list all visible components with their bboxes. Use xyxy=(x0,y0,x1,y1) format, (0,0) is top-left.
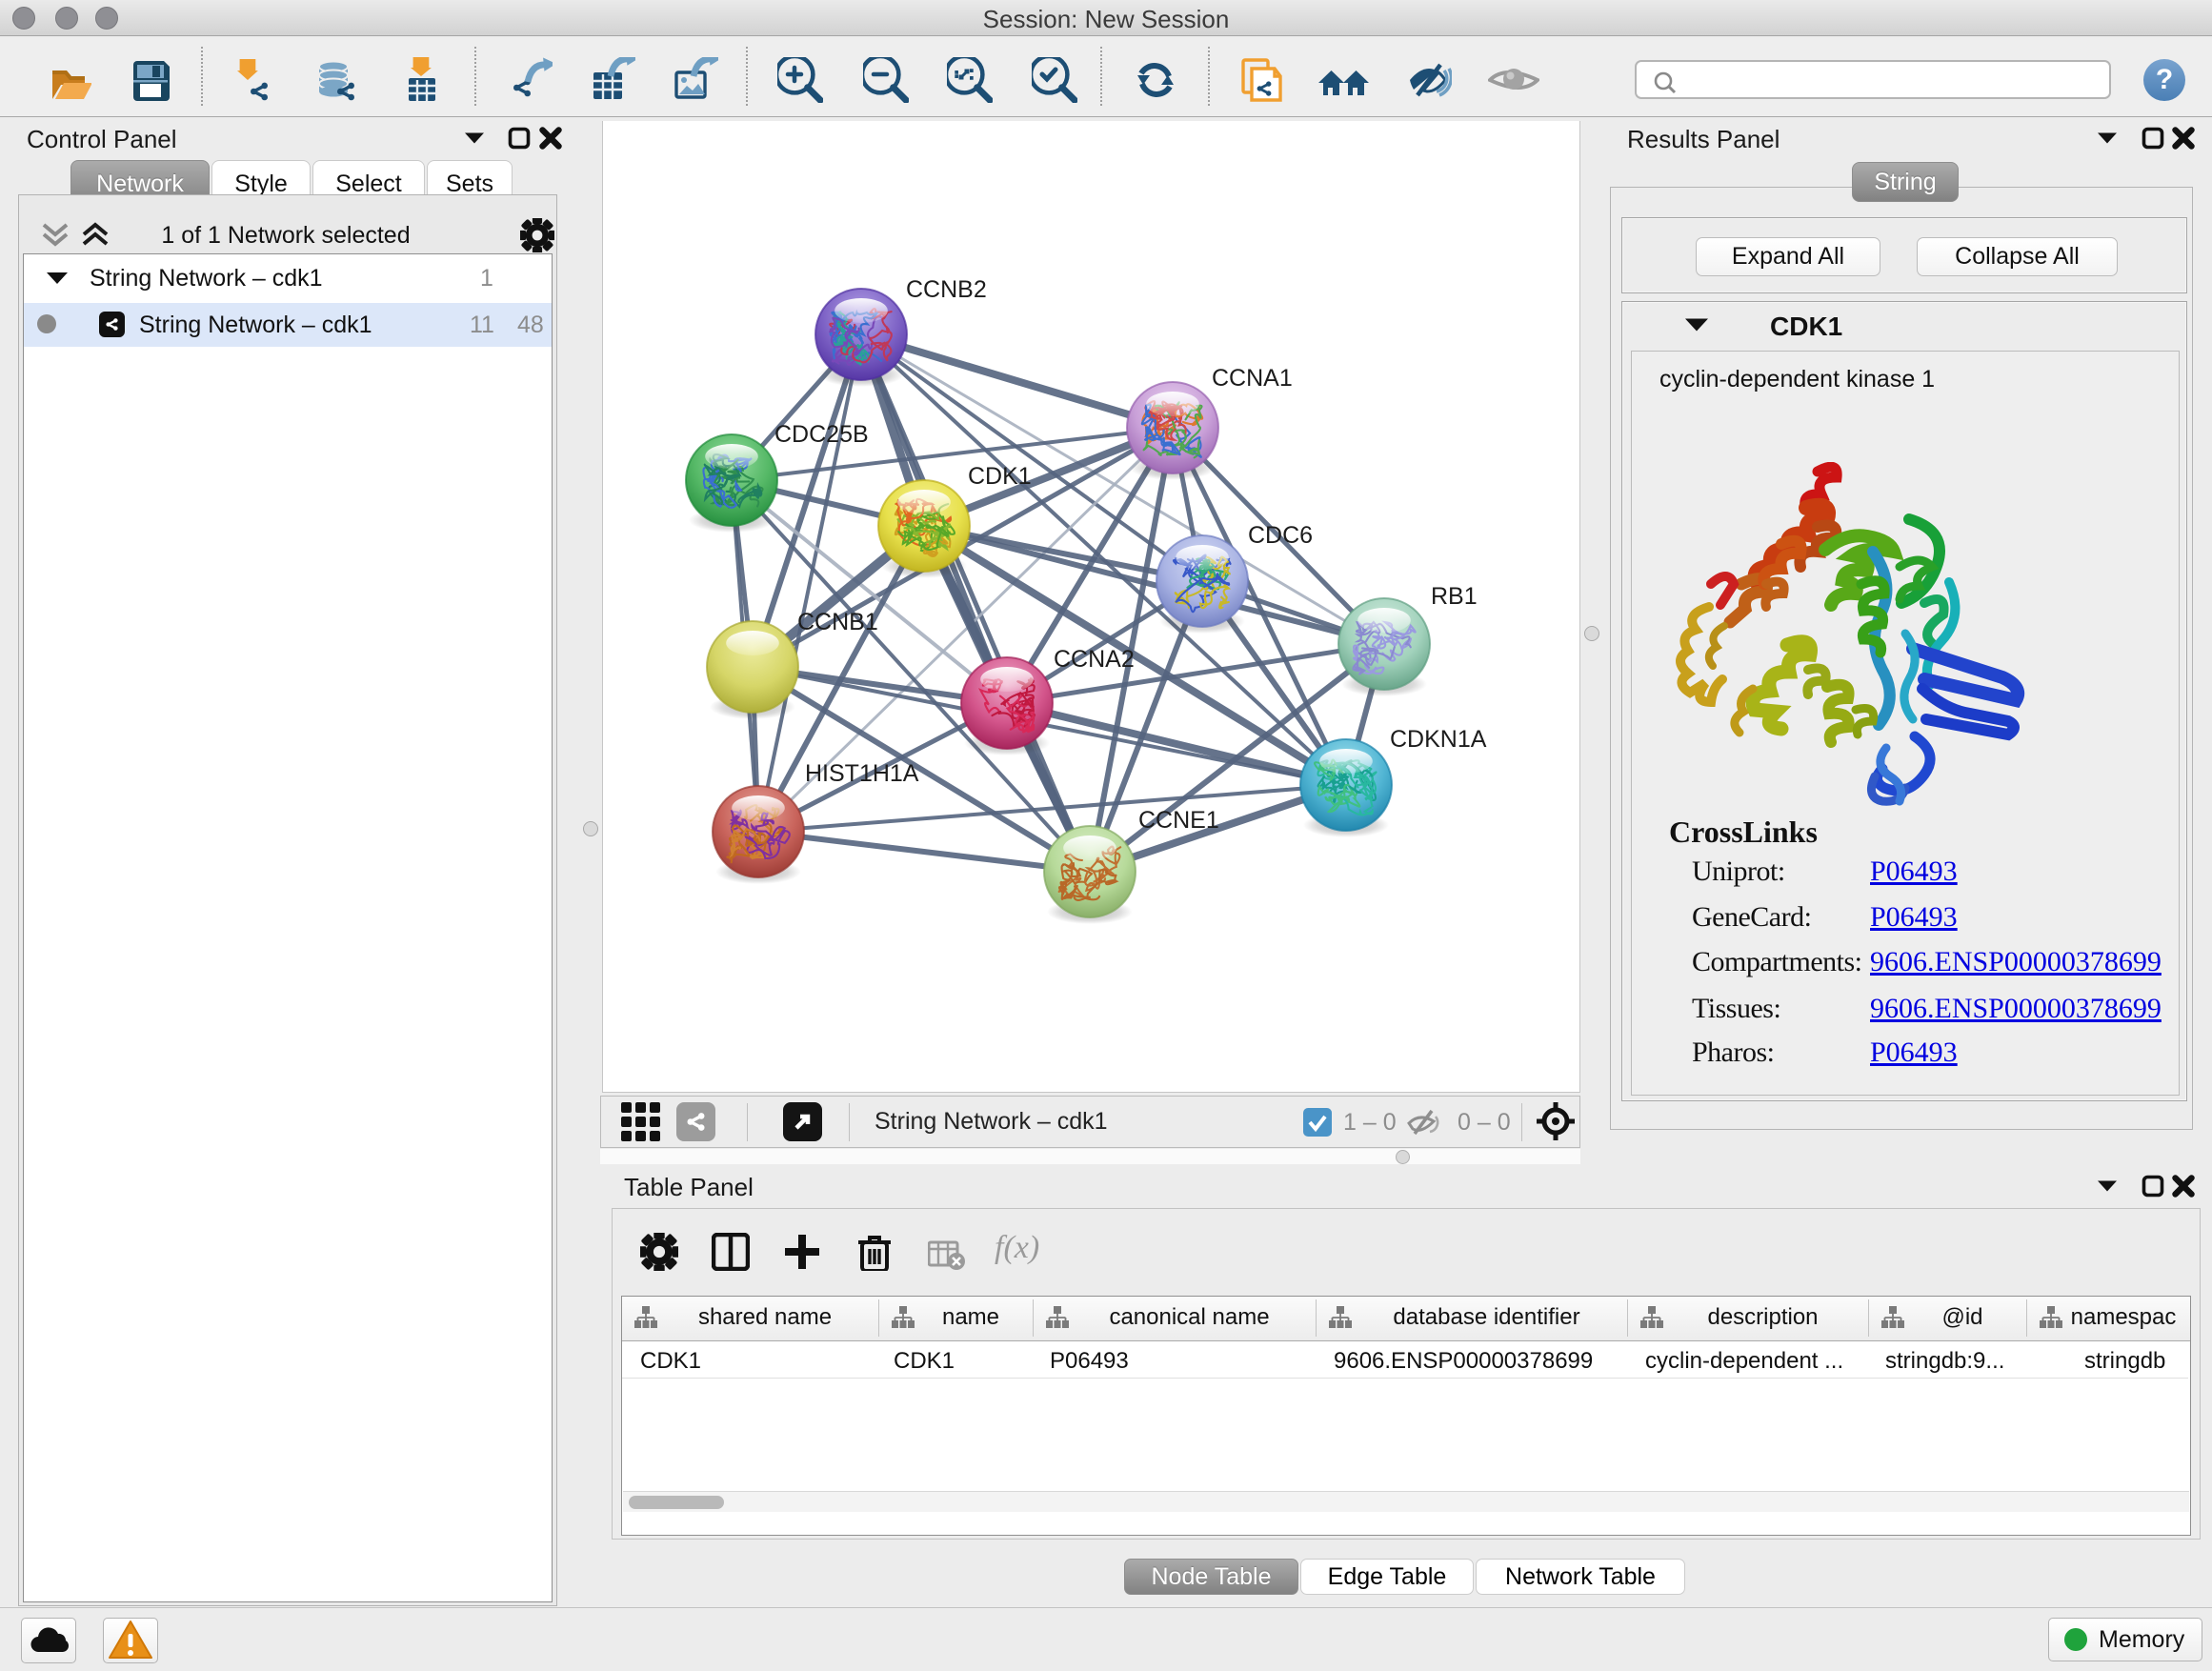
svg-text:CCNE1: CCNE1 xyxy=(1138,807,1219,834)
svg-text:CDC6: CDC6 xyxy=(1248,522,1313,549)
svg-text:CCNB1: CCNB1 xyxy=(797,609,878,635)
svg-text:CCNB2: CCNB2 xyxy=(906,276,987,303)
svg-text:CDC25B: CDC25B xyxy=(774,421,869,448)
svg-text:CDKN1A: CDKN1A xyxy=(1390,726,1487,753)
svg-text:CCNA1: CCNA1 xyxy=(1212,365,1293,392)
svg-text:CDK1: CDK1 xyxy=(968,463,1032,490)
svg-text:CCNA2: CCNA2 xyxy=(1054,646,1135,673)
svg-text:HIST1H1A: HIST1H1A xyxy=(805,760,919,787)
svg-text:RB1: RB1 xyxy=(1431,583,1478,610)
